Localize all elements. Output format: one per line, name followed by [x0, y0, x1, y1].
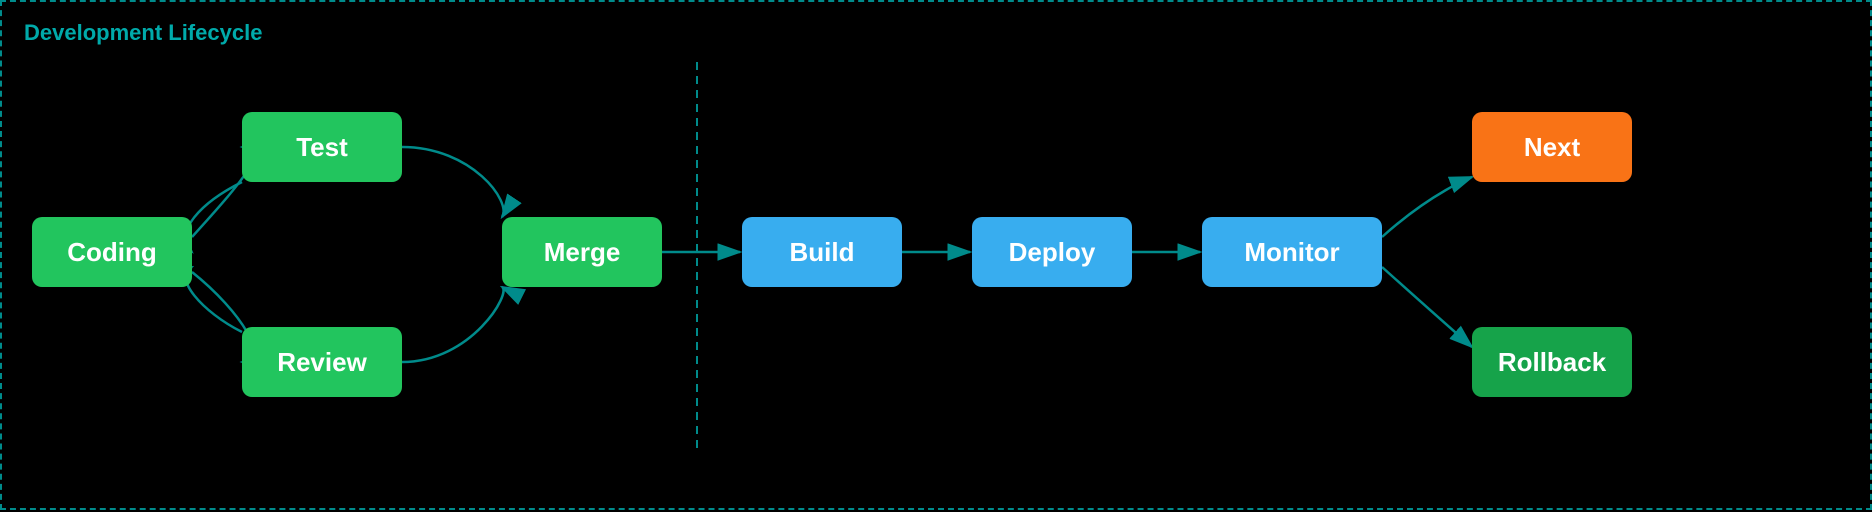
arrows-svg [2, 2, 1872, 512]
coding-node: Coding [32, 217, 192, 287]
deploy-node: Deploy [972, 217, 1132, 287]
merge-node: Merge [502, 217, 662, 287]
build-node: Build [742, 217, 902, 287]
test-node: Test [242, 112, 402, 182]
rollback-node[interactable]: Rollback [1472, 327, 1632, 397]
diagram-title: Development Lifecycle [24, 20, 262, 46]
next-node[interactable]: Next [1472, 112, 1632, 182]
monitor-node: Monitor [1202, 217, 1382, 287]
review-node: Review [242, 327, 402, 397]
diagram-container: Development Lifecycle [0, 0, 1872, 510]
